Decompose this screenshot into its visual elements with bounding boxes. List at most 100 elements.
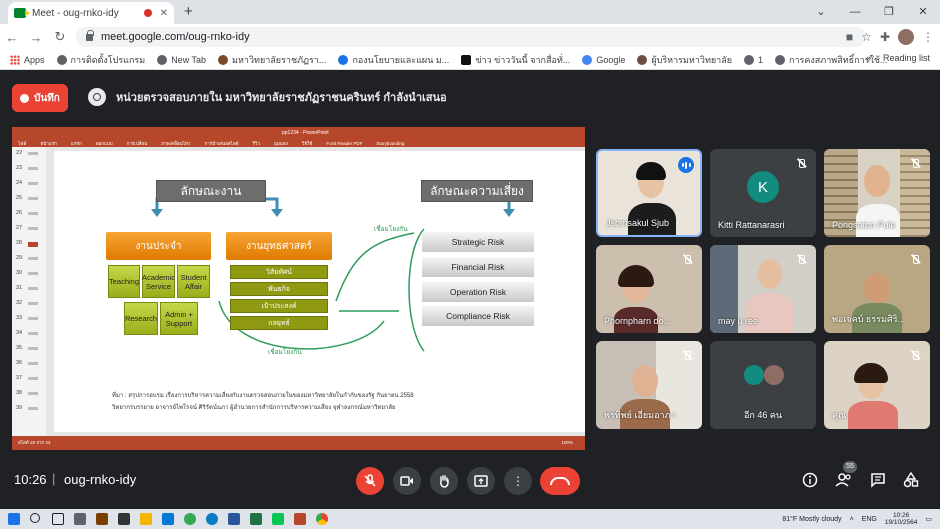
participant-tile-self[interactable]: คุณ (824, 341, 930, 429)
back-arrow-icon[interactable]: ← (0, 30, 24, 45)
slide-thumbnail[interactable] (28, 257, 38, 260)
widgets-icon[interactable] (74, 513, 86, 525)
ribbon-tab[interactable]: Foxit Reader PDF (326, 141, 362, 146)
slide-thumbnail[interactable] (28, 212, 38, 215)
toggle-camera-button[interactable] (393, 467, 421, 495)
lock-icon[interactable] (86, 29, 94, 41)
close-tab-icon[interactable]: ✕ (160, 8, 168, 19)
minimize-button[interactable]: — (838, 0, 872, 24)
bookmark-item[interactable]: การติดตั้งโปรแกรม (56, 53, 145, 67)
participant-tile[interactable]: พอเจคบ์ ธรรมศิริ... (824, 245, 930, 333)
tab-search-icon[interactable]: ⌄ (804, 0, 838, 24)
address-bar[interactable]: meet.google.com/oug-rnko-idy (76, 27, 866, 47)
participant-tile[interactable]: may u ree (710, 245, 816, 333)
slide-number[interactable]: 26 (16, 210, 22, 216)
slide-number[interactable]: 22 (16, 150, 22, 156)
ribbon-tab[interactable]: แทรก (71, 140, 82, 147)
slide-number[interactable]: 25 (16, 195, 22, 201)
app-icon[interactable] (118, 513, 130, 525)
extensions-puzzle-icon[interactable]: ✚ (880, 30, 890, 44)
chat-button[interactable] (869, 472, 887, 490)
bookmark-item[interactable]: ข่าว ข่าววันนี้ จากสื่อทั่... (461, 53, 570, 67)
slide-thumbnail[interactable] (28, 302, 38, 305)
slide-thumbnail[interactable] (28, 392, 38, 395)
recording-button[interactable]: บันทึก (12, 84, 68, 112)
participant-tile[interactable]: K Kitti Rattanarasri (710, 149, 816, 237)
ribbon-tab[interactable]: ออกแบบ (96, 140, 113, 147)
slide-number[interactable]: 30 (16, 270, 22, 276)
notification-icon[interactable]: ▭ (925, 515, 932, 523)
participant-tile-more[interactable]: อีก 46 คน (710, 341, 816, 429)
bookmark-item[interactable]: Google (582, 54, 625, 65)
language-indicator[interactable]: ENG (862, 516, 877, 523)
system-clock[interactable]: 10:26 19/10/2564 (885, 512, 918, 526)
close-window-button[interactable]: ✕ (906, 0, 940, 24)
raise-hand-button[interactable] (430, 467, 458, 495)
task-view-icon[interactable] (52, 513, 64, 525)
ribbon-tab[interactable]: วิธีใช้ (302, 140, 313, 147)
chrome-menu-icon[interactable]: ⋮ (922, 30, 934, 44)
slide-number[interactable]: 38 (16, 390, 22, 396)
slide-number[interactable]: 37 (16, 375, 22, 381)
ribbon-tab[interactable]: รีวิว (253, 140, 260, 147)
zoom-level[interactable]: 100% (561, 436, 573, 450)
slide-number[interactable]: 34 (16, 330, 22, 336)
slide-thumbnail[interactable] (28, 362, 38, 365)
maximize-button[interactable]: ❐ (872, 0, 906, 24)
word-icon[interactable] (228, 513, 240, 525)
reload-icon[interactable]: ↻ (48, 29, 72, 45)
bookmark-item[interactable]: ผู้บริหารมหาวิทยาลัย (637, 53, 732, 67)
present-screen-button[interactable] (467, 467, 495, 495)
edge-icon[interactable] (206, 513, 218, 525)
windows-start-icon[interactable] (8, 513, 20, 525)
participant-tile[interactable]: Pongsaton Pule (824, 149, 930, 237)
browser-tab-meet[interactable]: Meet - oug-rnko-idy ✕ (8, 2, 174, 24)
ribbon-tab[interactable]: Storyboarding (376, 141, 404, 146)
ribbon-tab[interactable]: มุมมอง (274, 140, 288, 147)
ribbon-tab[interactable]: หน้าแรก (40, 140, 57, 147)
slide-number[interactable]: 23 (16, 165, 22, 171)
participant-tile[interactable]: พรทิพย์ เอี่ยมอาภา (596, 341, 702, 429)
slide-number[interactable]: 32 (16, 300, 22, 306)
activities-button[interactable] (902, 471, 920, 490)
line-icon[interactable] (272, 513, 284, 525)
app-icon[interactable] (184, 513, 196, 525)
powerpoint-icon[interactable] (294, 513, 306, 525)
mail-icon[interactable] (162, 513, 174, 525)
participant-tile[interactable]: Jsomsakul Sjub (596, 149, 702, 237)
slide-thumbnail[interactable] (28, 332, 38, 335)
excel-icon[interactable] (250, 513, 262, 525)
bookmark-apps[interactable]: Apps (10, 54, 45, 65)
camera-in-use-icon[interactable]: ■ (846, 30, 853, 44)
file-explorer-icon[interactable] (140, 513, 152, 525)
bookmark-item[interactable]: New Tab (157, 54, 206, 65)
tray-chevron-icon[interactable]: ˄ (850, 516, 854, 523)
slide-number[interactable]: 28 (16, 240, 22, 246)
app-icon[interactable] (96, 513, 108, 525)
slide-number[interactable]: 31 (16, 285, 22, 291)
leave-call-button[interactable] (540, 467, 580, 495)
slide-thumbnail[interactable] (28, 242, 38, 247)
slide-thumbnail[interactable] (28, 407, 38, 410)
bookmarks-more-icon[interactable]: » (866, 53, 871, 63)
slide-thumbnail[interactable] (28, 227, 38, 230)
people-button[interactable] (835, 472, 853, 490)
search-icon[interactable] (30, 513, 40, 523)
chrome-icon[interactable] (316, 513, 328, 525)
ribbon-tab[interactable]: การนำเสนอสไลด์ (204, 140, 238, 147)
slide-number[interactable]: 39 (16, 405, 22, 411)
reading-list-button[interactable]: Reading list (883, 53, 930, 63)
slide-number[interactable]: 35 (16, 345, 22, 351)
slide-thumbnail[interactable] (28, 167, 38, 170)
ribbon-tab[interactable]: ไฟล์ (18, 140, 26, 147)
ribbon-tab[interactable]: ภาพเคลื่อนไหว (161, 140, 190, 147)
meeting-details-button[interactable] (801, 472, 819, 490)
slide-number[interactable]: 24 (16, 180, 22, 186)
slide-thumbnail[interactable] (28, 182, 38, 185)
bookmark-item[interactable]: กองนโยบายและแผน ม... (338, 53, 449, 67)
slide-thumbnail[interactable] (28, 347, 38, 350)
slide-thumbnail[interactable] (28, 152, 38, 155)
new-tab-button[interactable]: + (184, 3, 193, 20)
weather-text[interactable]: 81°F Mostly cloudy (782, 516, 841, 523)
ribbon-tab[interactable]: การเปลี่ยน (127, 140, 148, 147)
